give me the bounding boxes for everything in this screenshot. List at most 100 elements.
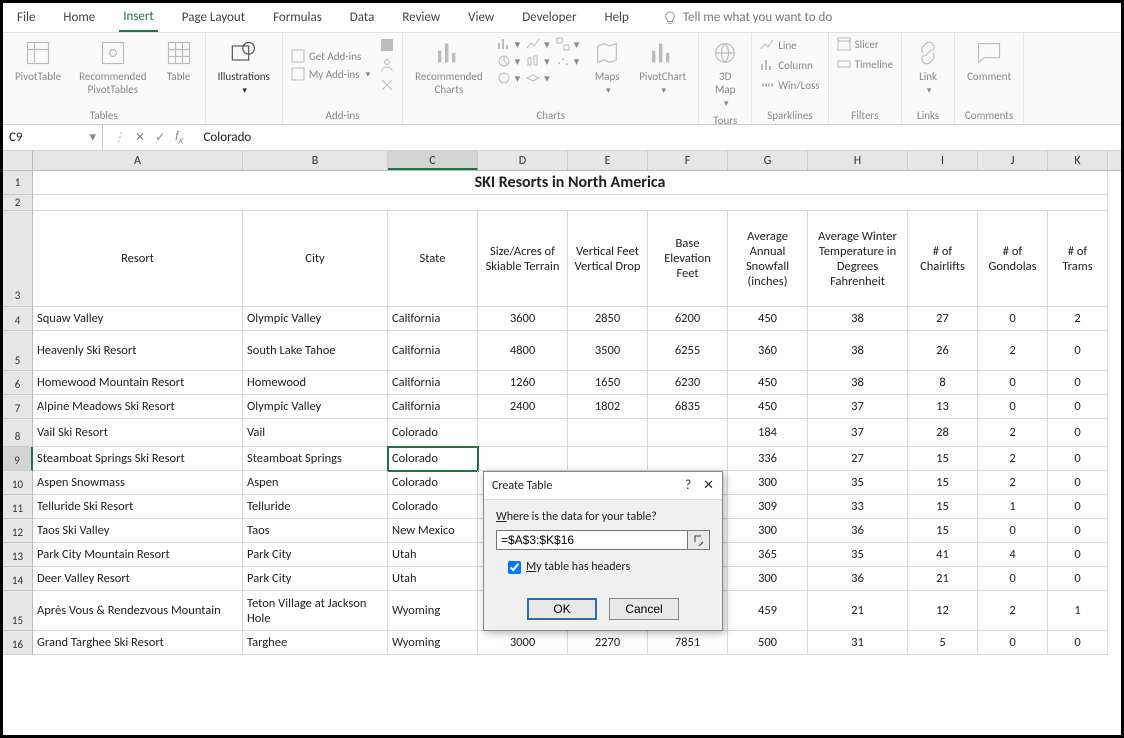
header-cell[interactable]: Average Annual Snowfall (inches) (728, 211, 808, 307)
cell[interactable]: 31 (808, 631, 908, 655)
cell[interactable]: California (388, 331, 478, 371)
pivotchart-button[interactable]: PivotChart▾ (635, 37, 690, 99)
cell[interactable]: 0 (1048, 447, 1108, 471)
row-header[interactable]: 11 (3, 495, 33, 519)
row-header[interactable]: 6 (3, 371, 33, 395)
timeline-button[interactable]: Timeline (837, 57, 893, 71)
cell[interactable] (478, 447, 568, 471)
cell[interactable]: Teton Village at Jackson Hole (243, 591, 388, 631)
visio-visual-icon[interactable] (380, 78, 394, 92)
cell[interactable]: Wyoming (388, 591, 478, 631)
cell[interactable]: 2270 (568, 631, 648, 655)
row-header[interactable]: 7 (3, 395, 33, 419)
cell[interactable]: 2 (978, 419, 1048, 447)
row-header[interactable]: 2 (3, 195, 33, 211)
range-input[interactable] (496, 530, 688, 550)
cell[interactable]: Aspen Snowmass (33, 471, 243, 495)
cell[interactable]: 2850 (568, 307, 648, 331)
cell[interactable]: Homewood Mountain Resort (33, 371, 243, 395)
cell[interactable]: 0 (1048, 471, 1108, 495)
people-graph-icon[interactable] (380, 58, 394, 72)
cell[interactable]: 37 (808, 395, 908, 419)
cell[interactable]: Vail Ski Resort (33, 419, 243, 447)
cell[interactable]: 38 (808, 307, 908, 331)
cell[interactable]: 0 (1048, 543, 1108, 567)
cell[interactable]: 2 (978, 447, 1048, 471)
cell[interactable]: 13 (908, 395, 978, 419)
cell[interactable]: 2 (978, 331, 1048, 371)
row-header[interactable]: 3 (3, 211, 33, 307)
cell[interactable]: Vail (243, 419, 388, 447)
cell[interactable]: Utah (388, 543, 478, 567)
cell[interactable]: 300 (728, 471, 808, 495)
row-header[interactable]: 5 (3, 331, 33, 371)
cell[interactable]: 360 (728, 331, 808, 371)
header-cell[interactable]: # of Gondolas (978, 211, 1048, 307)
cell[interactable]: California (388, 307, 478, 331)
tab-data[interactable]: Data (346, 4, 379, 31)
header-cell[interactable]: Resort (33, 211, 243, 307)
cell[interactable]: 336 (728, 447, 808, 471)
pie-chart-icon[interactable]: ▾ (497, 54, 521, 68)
sparkline-winloss-button[interactable]: Win/Loss (760, 78, 819, 92)
my-addins-button[interactable]: My Add-ins▾ (291, 67, 370, 81)
slicer-button[interactable]: Slicer (837, 37, 893, 51)
cell[interactable]: Homewood (243, 371, 388, 395)
cell[interactable]: 4 (978, 543, 1048, 567)
surface-chart-icon[interactable]: ▾ (526, 71, 550, 85)
header-cell[interactable]: City (243, 211, 388, 307)
cell[interactable]: 3600 (478, 307, 568, 331)
cell[interactable] (33, 195, 1108, 211)
cell[interactable]: 8 (908, 371, 978, 395)
cell[interactable]: Heavenly Ski Resort (33, 331, 243, 371)
ok-button[interactable]: OK (527, 598, 597, 620)
cell[interactable]: 38 (808, 331, 908, 371)
cell[interactable]: 2 (1048, 307, 1108, 331)
cell[interactable]: 459 (728, 591, 808, 631)
cell[interactable]: 0 (1048, 331, 1108, 371)
cell[interactable]: Park City Mountain Resort (33, 543, 243, 567)
cell[interactable]: 300 (728, 567, 808, 591)
cancel-button[interactable]: Cancel (609, 598, 679, 620)
title-cell[interactable]: SKI Resorts in North America (33, 171, 1108, 195)
cell[interactable]: Targhee (243, 631, 388, 655)
cell[interactable]: Wyoming (388, 631, 478, 655)
row-header[interactable]: 16 (3, 631, 33, 655)
cell[interactable]: Deer Valley Resort (33, 567, 243, 591)
row-header[interactable]: 15 (3, 591, 33, 631)
recommended-charts-button[interactable]: Recommended Charts (411, 37, 486, 98)
cell[interactable]: 1 (1048, 591, 1108, 631)
col-header[interactable]: G (728, 151, 808, 170)
cell[interactable]: 184 (728, 419, 808, 447)
cell[interactable]: 0 (978, 567, 1048, 591)
cell[interactable]: 450 (728, 371, 808, 395)
cell[interactable]: 15 (908, 495, 978, 519)
get-addins-button[interactable]: Get Add-ins (291, 49, 370, 63)
cell[interactable]: 41 (908, 543, 978, 567)
cell[interactable]: California (388, 371, 478, 395)
cell[interactable]: Grand Targhee Ski Resort (33, 631, 243, 655)
col-header[interactable]: K (1048, 151, 1108, 170)
hierarchy-chart-icon[interactable]: ▾ (556, 37, 580, 51)
cell[interactable]: 5 (908, 631, 978, 655)
cell[interactable]: Taos Ski Valley (33, 519, 243, 543)
cell[interactable]: New Mexico (388, 519, 478, 543)
illustrations-button[interactable]: Illustrations▾ (214, 37, 274, 99)
scatter-chart-icon[interactable]: ▾ (556, 54, 580, 68)
cell[interactable]: 33 (808, 495, 908, 519)
cell[interactable]: 2 (978, 471, 1048, 495)
table-button[interactable]: Table (161, 37, 197, 85)
header-cell[interactable]: # of Chairlifts (908, 211, 978, 307)
fx-icon[interactable]: fx (175, 129, 183, 146)
cancel-formula-icon[interactable]: ⋮ (113, 130, 125, 144)
cell[interactable]: 3500 (568, 331, 648, 371)
header-cell[interactable]: Vertical Feet Vertical Drop (568, 211, 648, 307)
cell[interactable]: 37 (808, 419, 908, 447)
cell[interactable]: 0 (978, 307, 1048, 331)
cell[interactable]: Taos (243, 519, 388, 543)
column-chart-icon[interactable]: ▾ (497, 37, 521, 51)
cell[interactable] (648, 447, 728, 471)
cell[interactable]: 1260 (478, 371, 568, 395)
cell[interactable]: 1 (978, 495, 1048, 519)
tab-developer[interactable]: Developer (518, 4, 580, 31)
